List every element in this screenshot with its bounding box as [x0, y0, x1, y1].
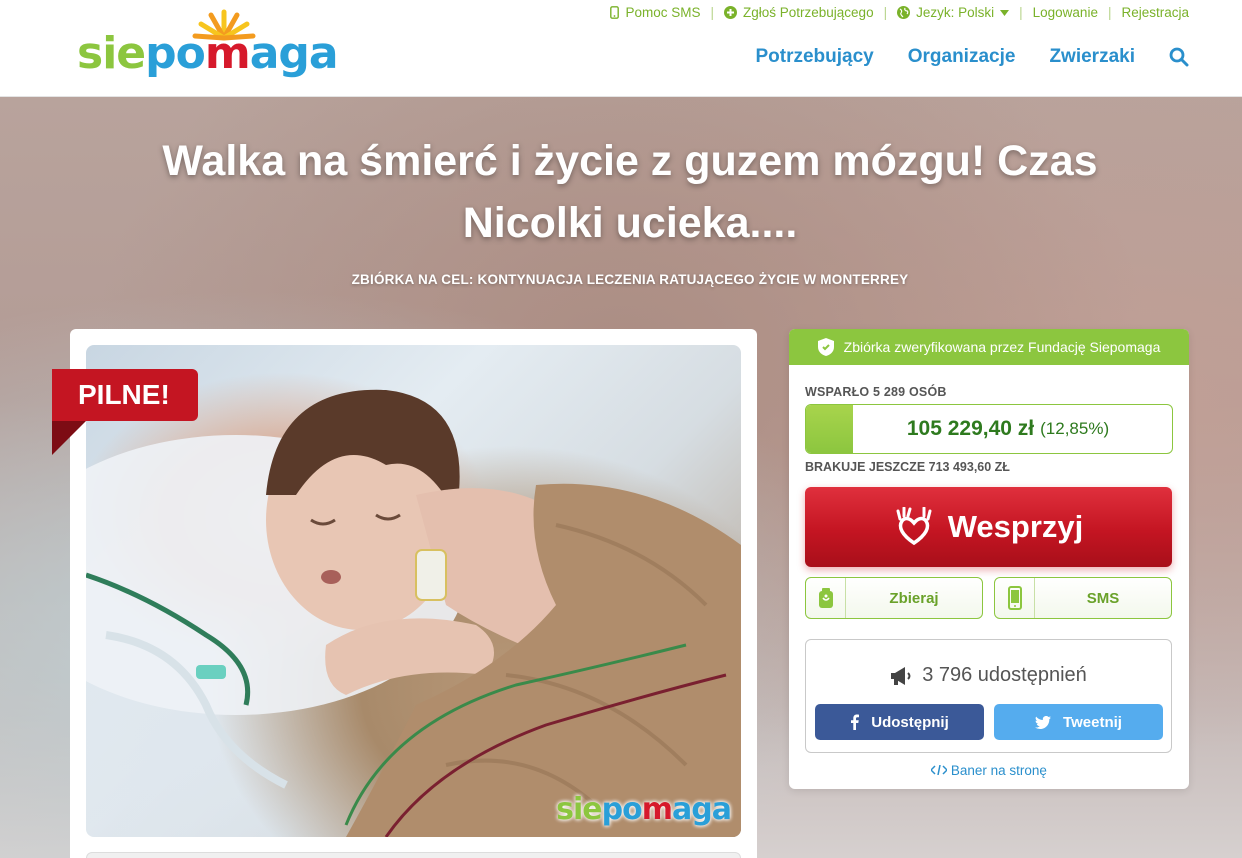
login-link[interactable]: Logowanie [1023, 5, 1108, 20]
twitter-share-button[interactable]: Tweetnij [994, 704, 1163, 740]
collect-label: Zbieraj [889, 589, 939, 607]
globe-icon [897, 6, 911, 19]
support-label: Wesprzyj [947, 509, 1084, 544]
sms-label: SMS [1086, 589, 1120, 607]
share-count: 3 796 udostępnień [806, 664, 1171, 687]
campaign-title: Walka na śmierć i życie z guzem mózgu! C… [162, 137, 1098, 247]
progress-text: 105 229,40 zł (12,85%) [806, 405, 1172, 453]
megaphone-icon [891, 666, 911, 685]
urgent-badge-fold [52, 421, 86, 455]
verified-text: Zbiórka zweryfikowana przez Fundację Sie… [843, 339, 1161, 355]
urgent-badge: PILNE! [52, 369, 198, 421]
main-nav: Potrzebujący Organizacje Zwierzaki [755, 46, 1189, 68]
raised-percent: (12,85%) [1040, 419, 1110, 438]
top-links: Pomoc SMS | Zgłoś Potrzebującego | Jezyk… [600, 5, 1189, 20]
code-icon [930, 764, 949, 776]
facebook-icon [851, 714, 860, 730]
next-section-card [86, 852, 741, 858]
search-icon[interactable] [1169, 47, 1189, 67]
campaign-subtitle: ZBIÓRKA NA CEL: KONTYNUACJA LECZENIA RAT… [351, 272, 909, 287]
register-link[interactable]: Rejestracja [1111, 5, 1189, 20]
sms-icon-box [995, 578, 1035, 618]
piggy-jar-icon [818, 588, 833, 608]
mobile-phone-icon [1007, 586, 1022, 610]
logo-wordmark: siepomaga [77, 28, 339, 79]
language-selector[interactable]: Jezyk: Polski [887, 5, 1019, 20]
nav-animals[interactable]: Zwierzaki [1049, 46, 1135, 68]
nav-needy[interactable]: Potrzebujący [755, 46, 873, 68]
twitter-icon [1035, 715, 1052, 729]
collect-icon-box [806, 578, 846, 618]
twitter-label: Tweetnij [1063, 713, 1122, 731]
collect-button[interactable]: Zbieraj [805, 577, 983, 619]
donation-panel: Zbiórka zweryfikowana przez Fundację Sie… [789, 329, 1189, 789]
plus-circle-icon [724, 6, 737, 19]
shield-icon [817, 338, 834, 356]
siepomaga-logo[interactable]: siepomaga [77, 8, 342, 86]
photo-watermark-logo: siepomaga [556, 792, 732, 827]
support-button[interactable]: Wesprzyj [805, 487, 1172, 567]
supporters-count: WSPARŁO 5 289 OSÓB [805, 385, 947, 399]
facebook-share-button[interactable]: Udostępnij [815, 704, 984, 740]
report-needy-link[interactable]: Zgłoś Potrzebującego [714, 5, 884, 20]
nav-organizations[interactable]: Organizacje [908, 46, 1016, 68]
facebook-label: Udostępnij [871, 713, 949, 731]
sms-button[interactable]: SMS [994, 577, 1172, 619]
share-box: 3 796 udostępnień Udostępnij Tweetnij [805, 639, 1172, 753]
banner-link[interactable]: Baner na stronę [789, 763, 1189, 778]
heart-hands-icon [896, 507, 932, 546]
raised-amount: 105 229,40 zł [906, 417, 1035, 440]
share-count-text: 3 796 udostępnień [922, 664, 1087, 686]
progress-bar: 105 229,40 zł (12,85%) [805, 404, 1173, 454]
remaining-amount: BRAKUJE JESZCZE 713 493,60 ZŁ [805, 460, 1010, 474]
sms-help-link[interactable]: Pomoc SMS [600, 5, 710, 20]
site-header: siepomaga Pomoc SMS | Zgłoś Potrzebujące… [0, 0, 1242, 97]
phone-icon [610, 6, 620, 19]
caret-down-icon [1000, 9, 1010, 16]
banner-label: Baner na stronę [950, 763, 1047, 778]
verified-banner: Zbiórka zweryfikowana przez Fundację Sie… [789, 329, 1189, 365]
